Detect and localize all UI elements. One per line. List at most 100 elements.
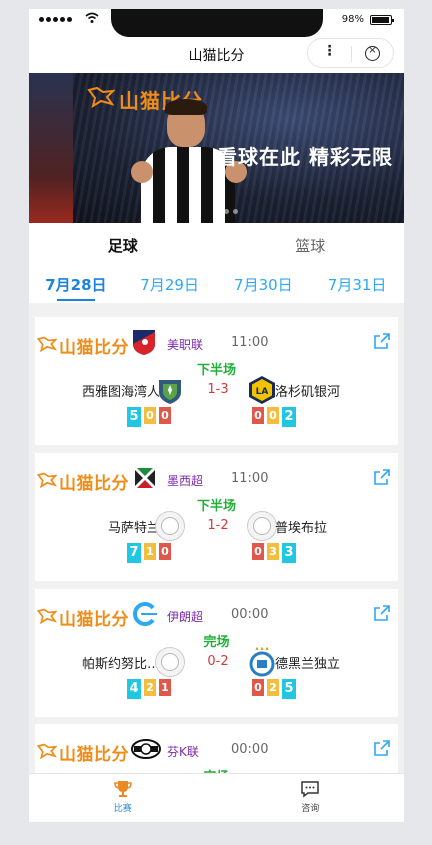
away-corners: 3: [282, 543, 296, 563]
card-brand: 山猫比分: [36, 469, 129, 494]
home-stats: 7 1 0: [127, 543, 171, 563]
tab-matches[interactable]: 比赛: [29, 774, 217, 822]
share-icon[interactable]: [372, 467, 392, 487]
lynx-logo-icon: [36, 472, 58, 492]
away-team-name: 洛杉矶银河: [275, 385, 341, 400]
tab-football[interactable]: 足球: [29, 223, 217, 265]
match-time: 00:00: [231, 607, 269, 622]
home-red-cards: 0: [159, 543, 171, 560]
card-brand-text: 山猫比分: [59, 610, 129, 630]
trophy-icon: [29, 779, 217, 799]
match-card[interactable]: 山猫比分 美职联 11:00 下半场 西雅图海湾人 1-3 LA 洛杉矶银河 5…: [35, 317, 398, 445]
chat-icon: [217, 779, 405, 799]
esteghlal-logo-icon: [247, 646, 277, 677]
away-yellow-cards: 3: [267, 543, 279, 560]
card-brand: 山猫比分: [36, 605, 129, 630]
league-name: 伊朗超: [167, 610, 204, 624]
home-yellow-cards: 0: [144, 407, 156, 424]
share-icon[interactable]: [372, 603, 392, 623]
home-corners: 7: [127, 543, 141, 563]
away-yellow-cards: 2: [267, 679, 279, 696]
capsule-divider: [351, 46, 352, 62]
iran-league-logo-icon: [131, 600, 157, 628]
match-score: 1-3: [207, 382, 229, 397]
tab-date-0731[interactable]: 7月31日: [310, 265, 404, 303]
home-yellow-cards: 1: [144, 543, 156, 560]
liga-mx-logo-icon: [131, 464, 157, 492]
match-status: 下半场: [196, 363, 236, 378]
home-red-cards: 0: [159, 407, 171, 424]
match-list[interactable]: 山猫比分 美职联 11:00 下半场 西雅图海湾人 1-3 LA 洛杉矶银河 5…: [29, 303, 404, 773]
home-stats: 5 0 0: [127, 407, 171, 427]
away-corners: 2: [282, 407, 296, 427]
banner-slogan: 看球在此 精彩无限: [217, 145, 393, 169]
phone-screen: 98% 山猫比分 ⋮ × 山猫比分 看球在此 精彩无限 足球 篮球 7月28日 …: [29, 9, 404, 822]
galaxy-logo-icon: LA: [247, 375, 277, 405]
match-card[interactable]: 山猫比分 芬K联 00:00 完场: [35, 724, 398, 773]
card-brand-text: 山猫比分: [59, 338, 129, 358]
lynx-logo-icon: [36, 608, 58, 628]
home-stats: 4 2 1: [127, 679, 171, 699]
device-notch: [111, 9, 323, 37]
lynx-logo-icon: [87, 86, 116, 113]
tab-date-0729[interactable]: 7月29日: [123, 265, 217, 303]
away-red-cards: 0: [252, 543, 264, 560]
battery-percent: 98%: [341, 14, 364, 25]
card-brand-text: 山猫比分: [59, 474, 129, 494]
away-corners: 5: [282, 679, 296, 699]
mini-program-capsule: ⋮ ×: [307, 38, 394, 68]
sounders-logo-icon: [155, 375, 185, 405]
match-time: 00:00: [231, 742, 269, 757]
match-time: 11:00: [231, 335, 269, 350]
close-button[interactable]: ×: [365, 45, 380, 61]
home-yellow-cards: 2: [144, 679, 156, 696]
promo-banner[interactable]: 山猫比分 看球在此 精彩无限: [29, 73, 404, 223]
league-name: 墨西超: [167, 474, 204, 488]
home-team-name: 帕斯约努比…: [81, 657, 160, 672]
match-status: 完场: [203, 635, 230, 650]
home-team-name: 马萨特兰: [107, 521, 160, 536]
mls-logo-icon: [131, 328, 157, 356]
svg-text:LA: LA: [256, 387, 269, 397]
home-corners: 4: [127, 679, 141, 699]
match-score: 0-2: [207, 654, 229, 669]
sport-tabs: 足球 篮球: [29, 223, 404, 265]
nav-bar: 山猫比分 ⋮ ×: [29, 37, 404, 73]
home-team-name: 西雅图海湾人: [81, 385, 160, 400]
tab-date-0730[interactable]: 7月30日: [217, 265, 311, 303]
home-red-cards: 1: [159, 679, 171, 696]
tab-consult[interactable]: 咨询: [217, 774, 405, 822]
match-card[interactable]: 山猫比分 墨西超 11:00 下半场 马萨特兰 1-2 普埃布拉 7 1 0 0: [35, 453, 398, 581]
match-card[interactable]: 山猫比分 伊朗超 00:00 完场 帕斯约努比… 0-2 德黑兰独立 4 2 1: [35, 589, 398, 717]
bottom-tab-bar: 比赛 咨询: [29, 773, 404, 822]
banner-edge: [29, 73, 73, 223]
more-button[interactable]: ⋮: [308, 43, 351, 59]
tab-basketball[interactable]: 篮球: [217, 223, 405, 265]
match-time: 11:00: [231, 471, 269, 486]
match-score: 1-2: [207, 518, 229, 533]
share-icon[interactable]: [372, 738, 392, 758]
match-status: 下半场: [196, 499, 236, 514]
carousel-dots[interactable]: [215, 209, 238, 214]
soccer-ball-icon: [155, 647, 185, 677]
away-stats: 0 2 5: [252, 679, 296, 699]
share-icon[interactable]: [372, 331, 392, 351]
away-team-name: 普埃布拉: [275, 521, 328, 536]
lynx-logo-icon: [36, 336, 58, 356]
away-stats: 0 3 3: [252, 543, 296, 563]
away-team-name: 德黑兰独立: [275, 657, 341, 672]
card-brand: 山猫比分: [36, 333, 129, 358]
tab-consult-label: 咨询: [301, 804, 320, 814]
away-red-cards: 0: [252, 679, 264, 696]
card-brand: 山猫比分: [36, 740, 129, 765]
league-name: 芬K联: [167, 745, 199, 759]
away-stats: 0 0 2: [252, 407, 296, 427]
away-red-cards: 0: [252, 407, 264, 424]
status-bar: 98%: [29, 9, 404, 37]
date-tabs: 7月28日 7月29日 7月30日 7月31日: [29, 265, 404, 303]
tab-date-0728[interactable]: 7月28日: [29, 265, 123, 303]
close-icon: ×: [368, 45, 377, 56]
lynx-logo-icon: [36, 743, 58, 763]
signal-icon: [39, 17, 72, 22]
league-name: 美职联: [167, 338, 204, 352]
